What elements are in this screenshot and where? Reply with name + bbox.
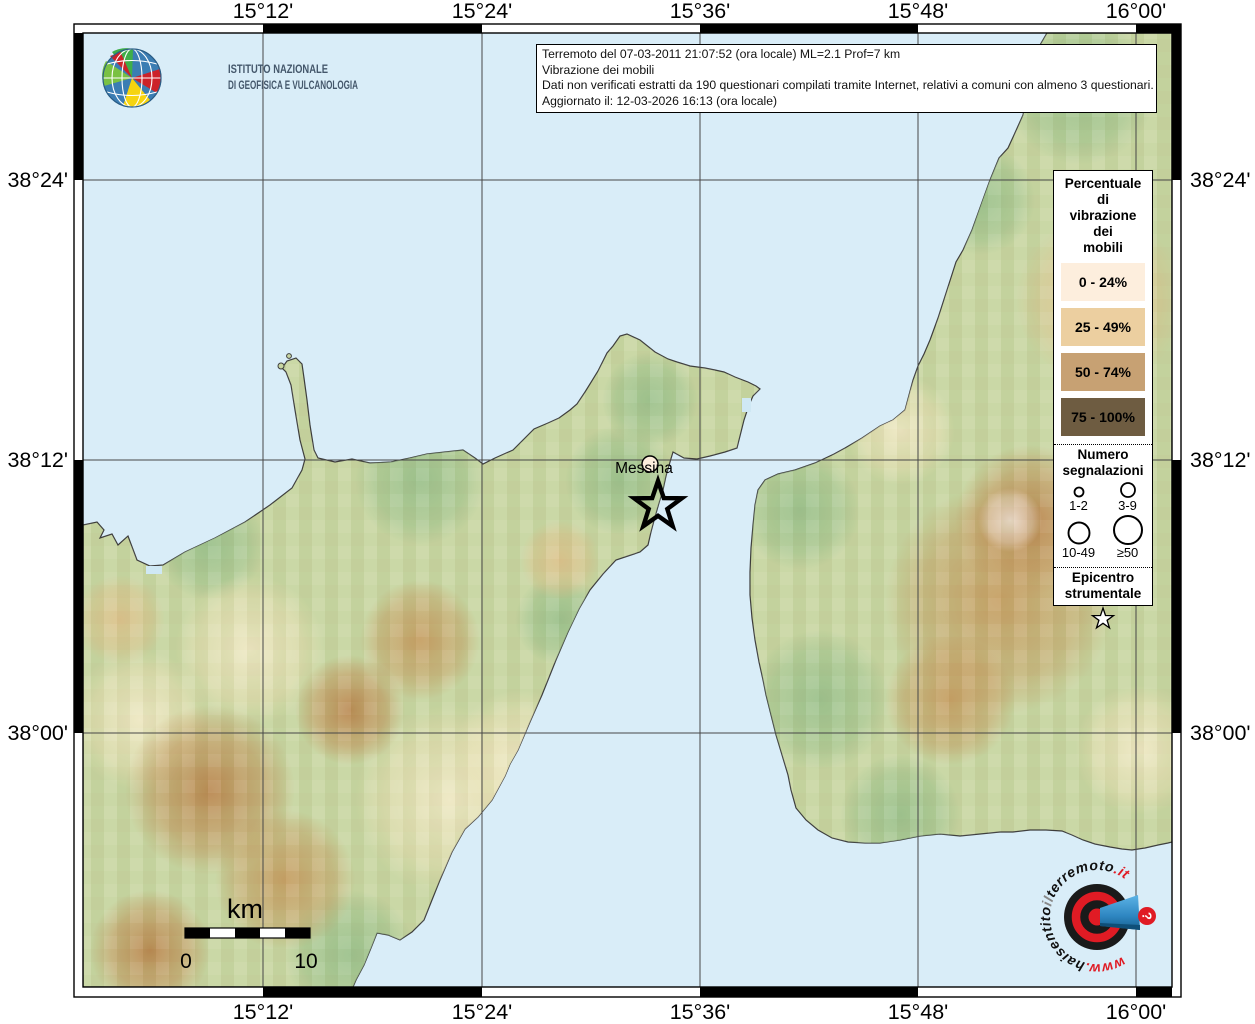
ingv-name-line2: DI GEOFISICA E VULCANOLOGIA: [228, 78, 358, 92]
city-report-marker: Messina: [615, 456, 673, 477]
legend-counts: 1-2 3-9 10-49 ≥50: [1054, 479, 1152, 559]
islet: [287, 354, 292, 359]
axis-label-left: 38°00': [7, 721, 68, 745]
count-item-10-49: 10-49: [1054, 518, 1103, 559]
info-line-event: Terremoto del 07-03-2011 21:07:52 (ora l…: [542, 47, 1151, 63]
axis-label-left: 38°24': [7, 168, 68, 192]
legend-title: Percentuale di vibrazione dei mobili: [1054, 171, 1152, 256]
legend-epicenter-title: Epicentro strumentale: [1054, 568, 1152, 602]
svg-text:?: ?: [1139, 911, 1155, 920]
scale-unit-label: km: [227, 894, 263, 924]
legend-counts-title: Numero segnalazioni: [1054, 445, 1152, 479]
count-item-1-2: 1-2: [1054, 483, 1103, 512]
axis-label-top: 15°36': [670, 0, 731, 23]
map-window: km 0 10: [0, 0, 1255, 1024]
info-box: Terremoto del 07-03-2011 21:07:52 (ora l…: [536, 44, 1157, 113]
axis-label-top: 15°48': [888, 0, 949, 23]
axis-label-right: 38°00': [1190, 721, 1251, 745]
axis-label-right: 38°24': [1190, 168, 1251, 192]
count-circle-icon: [1112, 514, 1144, 545]
legend-swatch-50-74: 50 - 74%: [1061, 353, 1145, 391]
info-line-updated: Aggiornato il: 12-03-2026 16:13 (ora loc…: [542, 94, 1151, 110]
axis-label-right: 38°12': [1190, 448, 1251, 472]
count-item-50plus: ≥50: [1103, 512, 1152, 559]
legend-swatch-0-24: 0 - 24%: [1061, 263, 1145, 301]
count-circle-icon: [1066, 520, 1092, 545]
scale-to-label: 10: [294, 950, 317, 973]
axis-label-top: 16°00': [1106, 0, 1167, 23]
count-circle-icon: [1119, 481, 1137, 498]
axis-label-bottom: 15°48': [888, 1000, 949, 1024]
axis-label-left: 38°12': [7, 448, 68, 472]
lagoon: [146, 566, 162, 574]
info-line-question: Vibrazione dei mobili: [542, 63, 1151, 79]
axis-label-bottom: 15°12': [233, 1000, 294, 1024]
ingv-name-line1: ISTITUTO NAZIONALE: [228, 62, 328, 76]
axis-label-bottom: 16°00': [1106, 1000, 1167, 1024]
axis-label-bottom: 15°36': [670, 1000, 731, 1024]
legend-swatch-75-100: 75 - 100%: [1061, 398, 1145, 436]
axis-label-bottom: 15°24': [452, 1000, 513, 1024]
info-line-disclaimer: Dati non verificati estratti da 190 ques…: [542, 78, 1151, 94]
lagoon: [742, 398, 751, 412]
epicenter-star-icon: [1088, 605, 1118, 631]
city-label: Messina: [615, 460, 673, 477]
count-circle-icon: [1072, 485, 1086, 498]
axis-label-top: 15°24': [452, 0, 513, 23]
legend-swatch-25-49: 25 - 49%: [1061, 308, 1145, 346]
count-item-3-9: 3-9: [1103, 479, 1152, 512]
axis-label-top: 15°12': [233, 0, 294, 23]
scale-from-label: 0: [180, 950, 192, 973]
legend-panel: Percentuale di vibrazione dei mobili 0 -…: [1053, 170, 1153, 606]
